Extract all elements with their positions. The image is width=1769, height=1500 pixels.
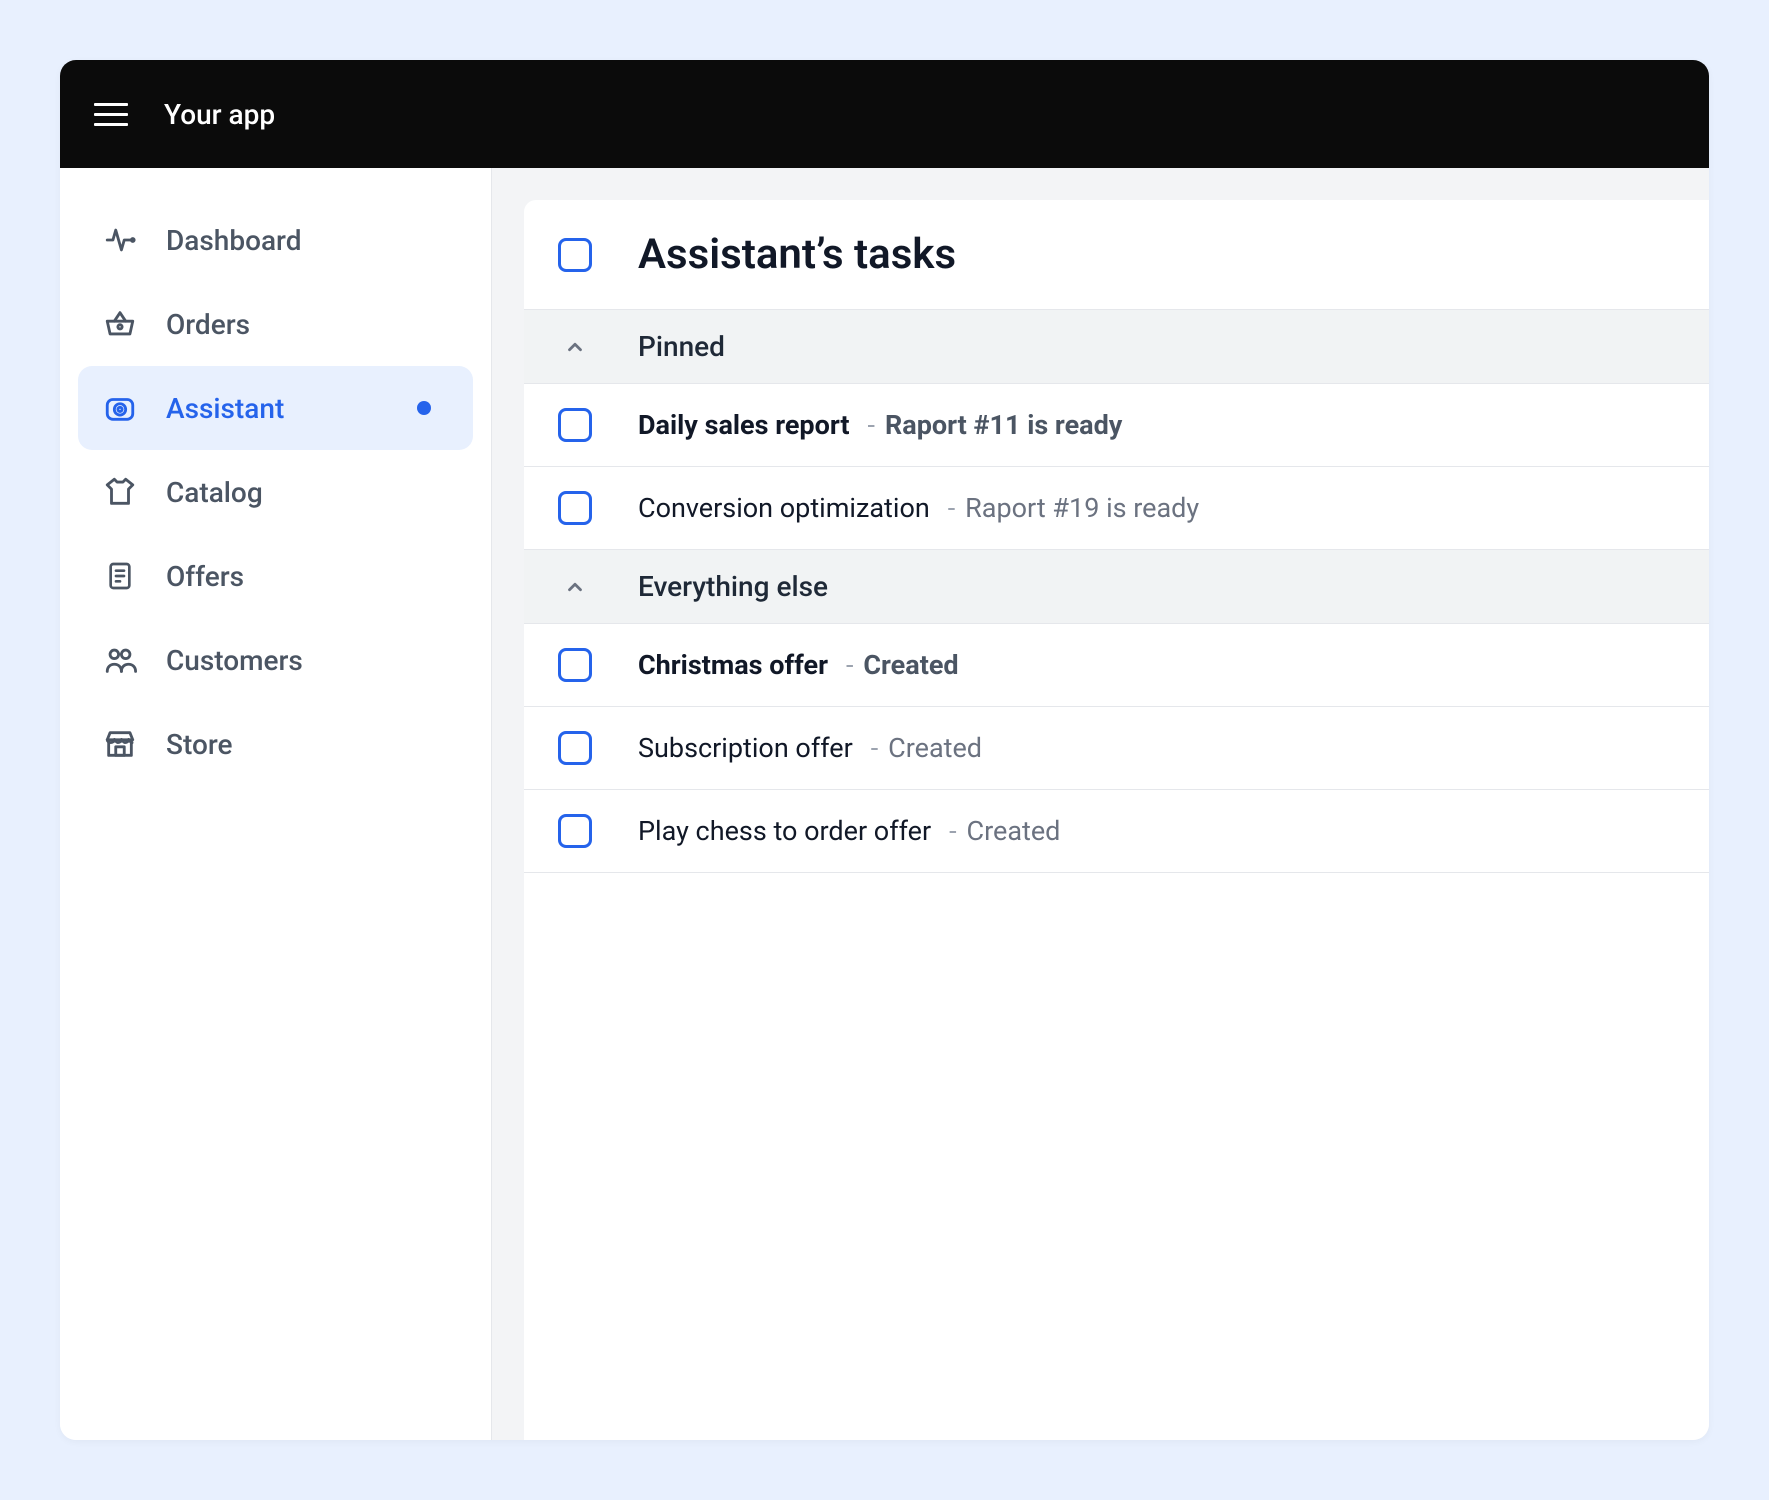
sidebar-item-label: Store [166, 728, 232, 761]
app-body: Dashboard Orders Assistant Catalog [60, 168, 1709, 1440]
task-row[interactable]: Play chess to order offer - Created [524, 790, 1709, 873]
app-window: Your app Dashboard Orders Assistant [60, 60, 1709, 1440]
task-status: Raport #19 is ready [965, 492, 1199, 524]
task-separator: - [949, 815, 956, 847]
chevron-up-icon[interactable] [558, 336, 592, 358]
sidebar-item-label: Dashboard [166, 224, 301, 257]
task-title: Daily sales report [638, 409, 850, 441]
task-row[interactable]: Christmas offer - Created [524, 624, 1709, 707]
task-separator: - [846, 649, 853, 681]
task-content: Daily sales report - Raport #11 is ready [638, 409, 1122, 441]
sidebar-item-label: Offers [166, 560, 244, 593]
select-all-checkbox[interactable] [558, 238, 592, 272]
hamburger-menu-icon[interactable] [94, 103, 128, 126]
task-checkbox[interactable] [558, 814, 592, 848]
task-title: Conversion optimization [638, 492, 930, 524]
sidebar-item-customers[interactable]: Customers [78, 618, 473, 702]
document-icon [102, 558, 138, 594]
task-status: Raport #11 is ready [885, 409, 1122, 441]
task-row[interactable]: Subscription offer - Created [524, 707, 1709, 790]
task-title: Play chess to order offer [638, 815, 931, 847]
task-checkbox[interactable] [558, 408, 592, 442]
task-separator: - [871, 732, 878, 764]
task-content: Christmas offer - Created [638, 649, 959, 681]
section-header-pinned[interactable]: Pinned [524, 310, 1709, 384]
panel-title: Assistant’s tasks [638, 230, 956, 279]
task-checkbox[interactable] [558, 491, 592, 525]
sidebar-item-offers[interactable]: Offers [78, 534, 473, 618]
sidebar-item-assistant[interactable]: Assistant [78, 366, 473, 450]
app-header: Your app [60, 60, 1709, 168]
task-checkbox[interactable] [558, 731, 592, 765]
task-separator: - [948, 492, 955, 524]
section-label: Pinned [638, 330, 725, 363]
section-label: Everything else [638, 570, 828, 603]
task-status: Created [863, 649, 958, 681]
camera-icon [102, 390, 138, 426]
task-content: Conversion optimization - Raport #19 is … [638, 492, 1199, 524]
task-checkbox[interactable] [558, 648, 592, 682]
sidebar-item-label: Catalog [166, 476, 263, 509]
pulse-icon [102, 222, 138, 258]
chevron-up-icon[interactable] [558, 576, 592, 598]
sidebar-item-dashboard[interactable]: Dashboard [78, 198, 473, 282]
sidebar-item-store[interactable]: Store [78, 702, 473, 786]
sidebar-item-label: Customers [166, 644, 303, 677]
users-icon [102, 642, 138, 678]
task-title: Christmas offer [638, 649, 828, 681]
task-separator: - [868, 409, 875, 441]
tasks-panel: Assistant’s tasks Pinned Daily sales rep… [524, 200, 1709, 1440]
notification-dot [417, 401, 431, 415]
task-status: Created [967, 815, 1061, 847]
panel-header: Assistant’s tasks [524, 200, 1709, 310]
task-row[interactable]: Conversion optimization - Raport #19 is … [524, 467, 1709, 550]
sidebar: Dashboard Orders Assistant Catalog [60, 168, 492, 1440]
sidebar-item-label: Assistant [166, 392, 284, 425]
sidebar-item-label: Orders [166, 308, 250, 341]
sidebar-item-orders[interactable]: Orders [78, 282, 473, 366]
task-title: Subscription offer [638, 732, 853, 764]
task-content: Play chess to order offer - Created [638, 815, 1060, 847]
basket-icon [102, 306, 138, 342]
section-header-everything-else[interactable]: Everything else [524, 550, 1709, 624]
task-content: Subscription offer - Created [638, 732, 982, 764]
sidebar-item-catalog[interactable]: Catalog [78, 450, 473, 534]
task-row[interactable]: Daily sales report - Raport #11 is ready [524, 384, 1709, 467]
main-area: Assistant’s tasks Pinned Daily sales rep… [492, 168, 1709, 1440]
task-status: Created [888, 732, 982, 764]
app-title: Your app [164, 98, 275, 131]
store-icon [102, 726, 138, 762]
shirt-icon [102, 474, 138, 510]
